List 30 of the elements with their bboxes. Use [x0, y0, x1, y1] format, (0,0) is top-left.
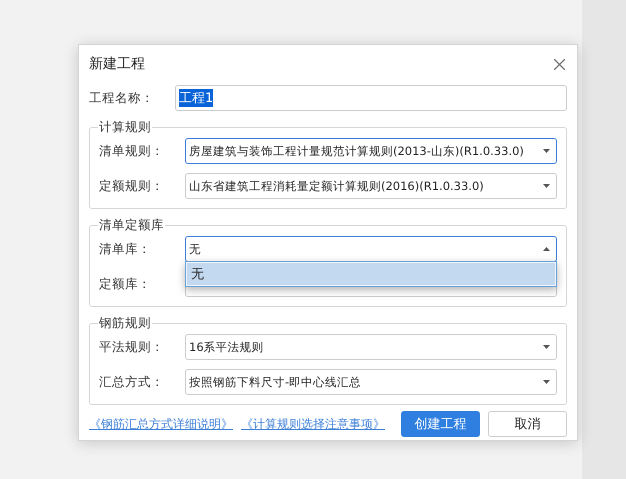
close-button[interactable] [552, 56, 567, 72]
create-button[interactable]: 创建工程 [401, 411, 480, 437]
caret-icon [543, 184, 550, 188]
field-value: 工程1 [179, 89, 214, 107]
dialog-title: 新建工程 [89, 55, 145, 73]
help-link[interactable]: 《计算规则选择注意事项》 [241, 416, 385, 432]
help-link[interactable]: 《钢筋汇总方式详细说明》 [89, 416, 233, 432]
project-name-field[interactable]: 工程1 [175, 85, 567, 111]
field-label: 定额库： [99, 276, 152, 292]
cancel-button[interactable]: 取消 [488, 411, 567, 437]
field-label: 工程名称： [89, 90, 155, 106]
dropdown-option[interactable]: 无 [186, 262, 556, 286]
dropdown[interactable]: 房屋建筑与装饰工程计量规范计算规则(2013-山东)(R1.0.33.0) [185, 138, 557, 164]
group-title: 钢筋规则 [98, 315, 152, 332]
caret-icon [543, 345, 550, 349]
dropdown[interactable]: 16系平法规则 [185, 334, 557, 360]
caret-icon [543, 380, 550, 384]
dropdown[interactable]: 无 [185, 236, 557, 262]
field-label: 汇总方式： [99, 374, 165, 390]
caret-icon [543, 149, 550, 153]
group-title: 计算规则 [98, 119, 152, 136]
field-label: 定额规则： [99, 178, 165, 194]
group-title: 清单定额库 [98, 217, 165, 234]
close-icon [554, 58, 565, 70]
dropdown[interactable]: 按照钢筋下料尺寸-即中心线汇总 [185, 369, 557, 395]
field-label: 清单规则： [99, 142, 165, 160]
field-label: 平法规则： [99, 338, 165, 356]
caret-icon [543, 247, 550, 251]
field-label: 清单库： [99, 240, 152, 258]
dropdown[interactable]: 山东省建筑工程消耗量定额计算规则(2016)(R1.0.33.0) [185, 173, 557, 199]
